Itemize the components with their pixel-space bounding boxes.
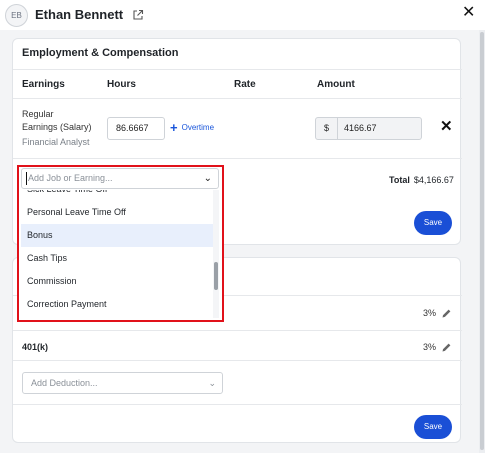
deduction-name: 401(k) [22, 342, 49, 352]
add-overtime-link[interactable]: + Overtime [170, 120, 215, 135]
card-title: Employment & Compensation [22, 47, 179, 59]
dropdown-option[interactable]: Commission [21, 270, 213, 293]
deduction-percent: 3% [423, 342, 437, 352]
dropdown-option[interactable]: Correction Payment [21, 293, 213, 316]
earning-type-line2: Earnings (Salary) [22, 122, 92, 132]
dropdown-option[interactable]: Cash Tips [21, 247, 213, 270]
remove-earning-icon[interactable]: ✕ [440, 119, 453, 135]
panel-scrollbar-thumb[interactable] [480, 32, 484, 450]
deduction-percent: 3% [423, 308, 437, 318]
add-deduction-placeholder: Add Deduction... [31, 378, 98, 388]
divider [13, 404, 462, 405]
chevron-down-icon[interactable]: ⌄ [204, 169, 212, 188]
divider [13, 98, 462, 99]
hours-input[interactable]: 86.6667 [107, 117, 165, 140]
dropdown-option[interactable]: Personal Leave Time Off [21, 201, 213, 224]
amount-field: $ 4166.67 [315, 117, 422, 140]
close-icon[interactable]: ✕ [462, 5, 475, 21]
dropdown-scrollbar-thumb[interactable] [214, 262, 218, 290]
plus-icon: + [170, 120, 178, 135]
add-earning-placeholder: Add Job or Earning... [28, 173, 113, 183]
divider [13, 69, 462, 70]
add-deduction-select[interactable]: Add Deduction... ⌄ [22, 372, 223, 394]
total-label: Total [389, 175, 410, 185]
earning-type-line1: Regular [22, 109, 54, 119]
add-earning-input[interactable]: Add Job or Earning... ⌄ [21, 168, 219, 189]
currency-symbol: $ [316, 118, 338, 139]
dropdown-scrollbar[interactable] [213, 190, 219, 318]
amount-value: 4166.67 [344, 123, 377, 133]
panel-header: EB Ethan Bennett ✕ [0, 0, 485, 30]
pencil-icon[interactable] [441, 308, 452, 319]
dropdown-option[interactable]: Sick Leave Time Off [21, 190, 213, 201]
column-header-rate: Rate [234, 79, 256, 90]
total-earnings: Total $4,166.67 [389, 175, 454, 185]
dropdown-option[interactable]: Bonus [21, 224, 213, 247]
column-header-amount: Amount [317, 79, 355, 90]
column-header-hours: Hours [107, 79, 136, 90]
save-deductions-button[interactable]: Save [414, 415, 452, 439]
job-title: Financial Analyst [22, 137, 90, 147]
external-link-icon[interactable] [132, 9, 144, 21]
avatar: EB [5, 4, 28, 27]
dropdown-options: Sick Leave Time Off Personal Leave Time … [21, 190, 219, 318]
overtime-label: Overtime [181, 123, 215, 132]
pencil-icon[interactable] [441, 342, 452, 353]
divider [13, 330, 462, 331]
column-header-earnings: Earnings [22, 79, 65, 90]
total-value: $4,166.67 [413, 175, 454, 185]
divider [13, 158, 462, 159]
add-earning-dropdown[interactable]: Add Job or Earning... ⌄ Sick Leave Time … [19, 166, 222, 320]
employee-name: Ethan Bennett [35, 7, 124, 22]
text-caret [26, 172, 27, 185]
chevron-down-icon: ⌄ [208, 378, 216, 388]
save-earnings-button[interactable]: Save [414, 211, 452, 235]
earning-type-label: Regular Earnings (Salary) [22, 108, 92, 134]
divider [13, 360, 462, 361]
